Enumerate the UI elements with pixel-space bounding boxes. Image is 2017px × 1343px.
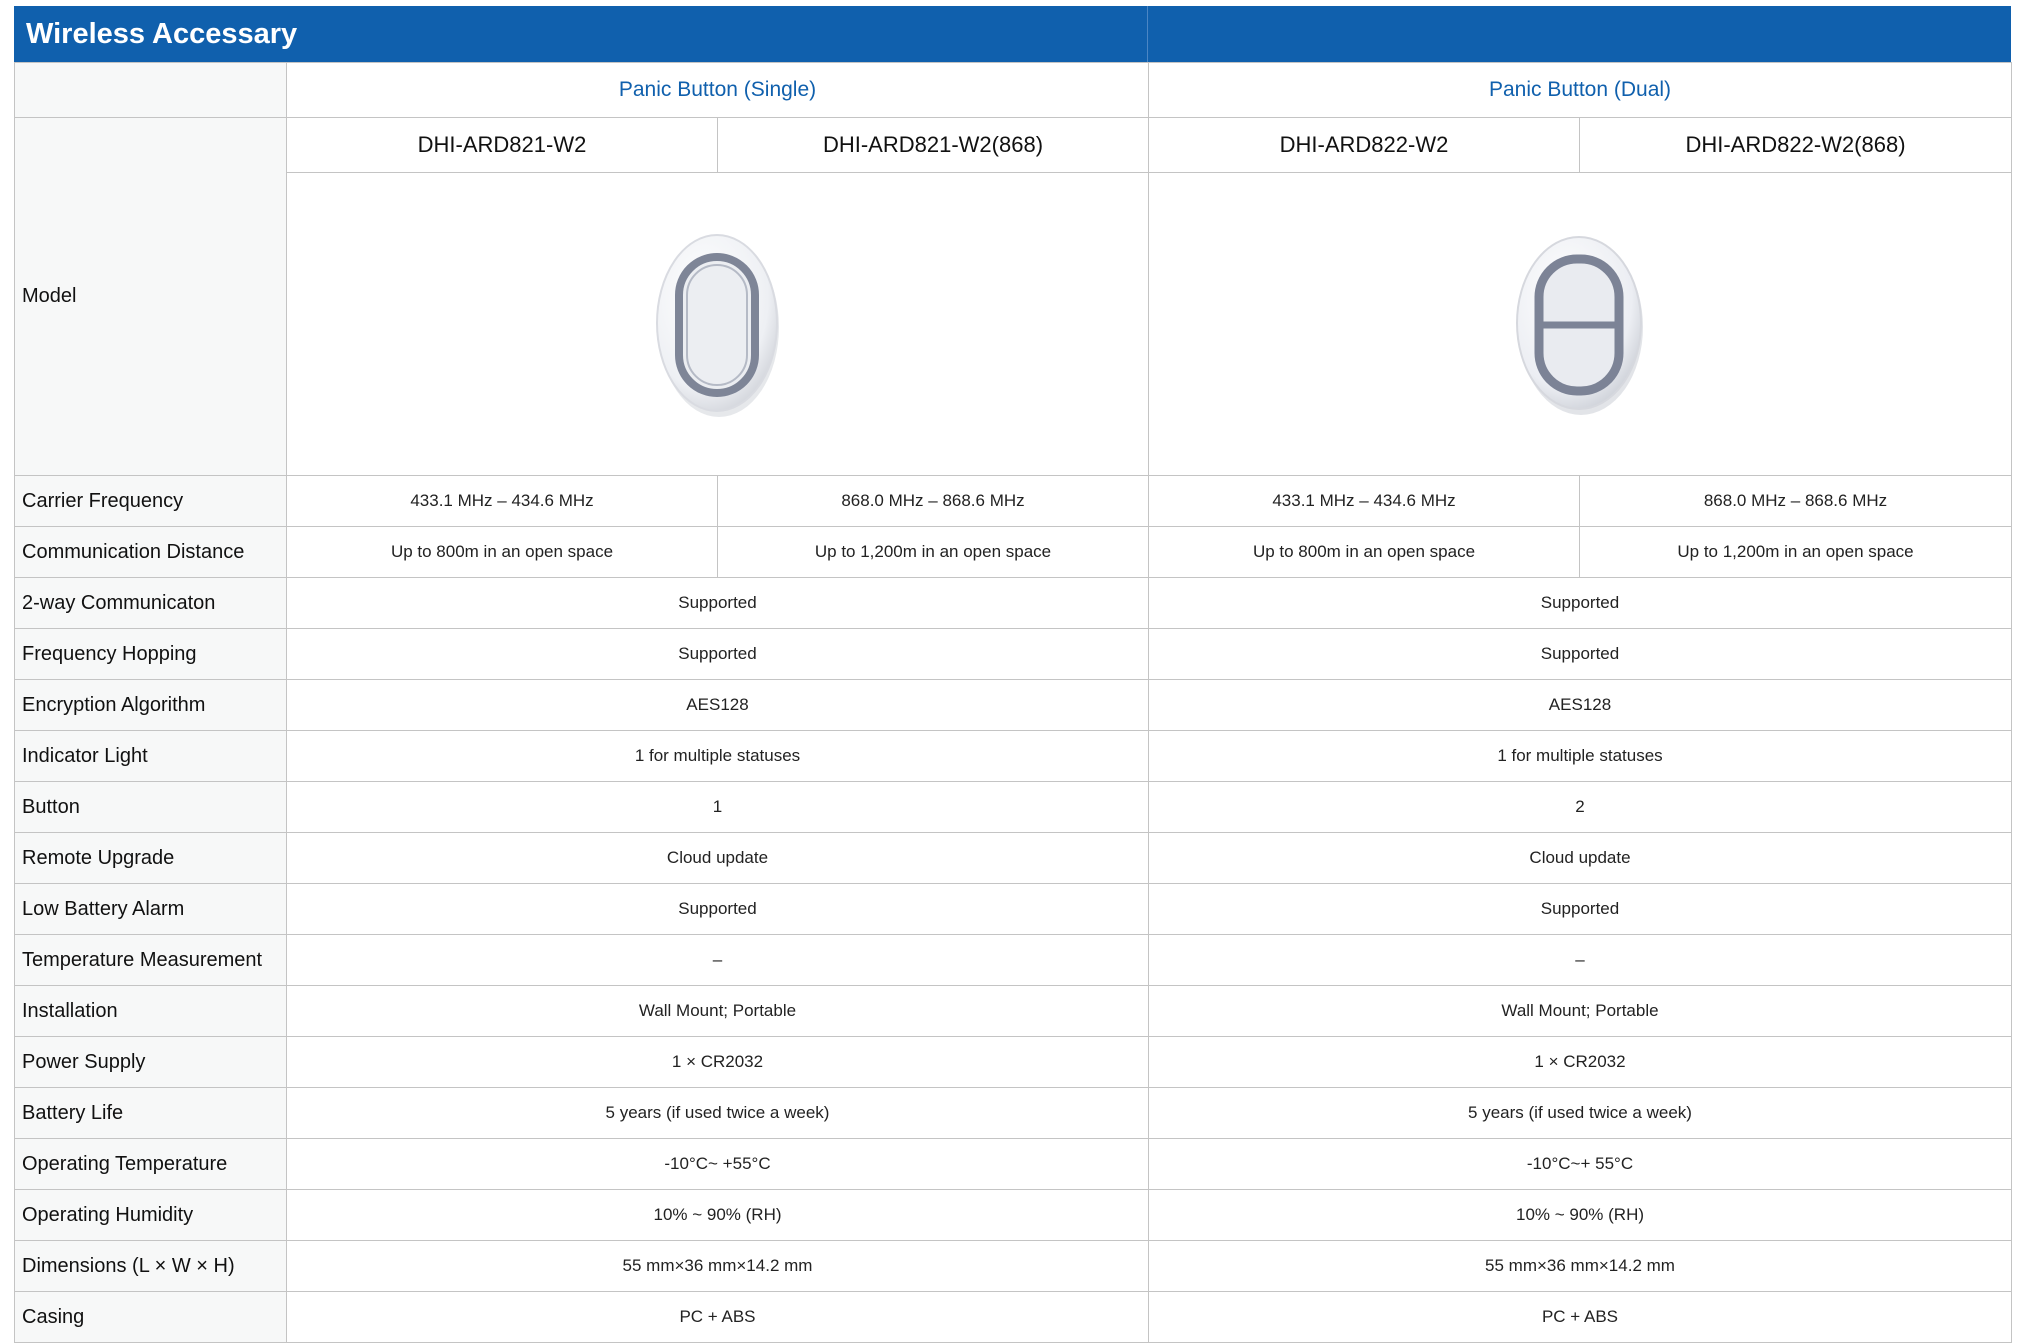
row-label: Casing <box>14 1291 287 1343</box>
spec-sheet: Wireless Accessary Panic Button (Single)… <box>14 6 2012 1343</box>
spec-value: Cloud update <box>286 832 1149 884</box>
spec-row: Operating Humidity 10% ~ 90% (RH) 10% ~ 90… <box>14 1189 2012 1241</box>
spec-row: Casing PC + ABS PC + ABS <box>14 1291 2012 1343</box>
model-name: DHI-ARD822-W2(868) <box>1579 117 2012 173</box>
spec-value: Supported <box>1148 577 2012 629</box>
group-header-row: Panic Button (Single) Panic Button (Dual… <box>14 62 2012 118</box>
row-label: Battery Life <box>14 1087 287 1139</box>
spec-value: Cloud update <box>1148 832 2012 884</box>
spec-value: Wall Mount; Portable <box>286 985 1149 1037</box>
spec-value: 55 mm×36 mm×14.2 mm <box>286 1240 1149 1292</box>
row-label: 2-way Communicaton <box>14 577 287 629</box>
title-bar: Wireless Accessary <box>14 6 2011 62</box>
spec-row: Installation Wall Mount; Portable Wall Mou… <box>14 985 2012 1037</box>
spec-row: Encryption Algorithm AES128 AES128 <box>14 679 2012 731</box>
row-label: Installation <box>14 985 287 1037</box>
spec-row: Dimensions (L × W × H) 55 mm×36 mm×14.2 m… <box>14 1240 2012 1292</box>
spec-row: Power Supply 1 × CR2032 1 × CR2032 <box>14 1036 2012 1088</box>
row-label: Power Supply <box>14 1036 287 1088</box>
group-header: Panic Button (Single) <box>286 62 1149 118</box>
model-row: Model DHI-ARD821-W2 DHI-ARD821-W2(868) D… <box>14 117 2012 476</box>
spec-value: 55 mm×36 mm×14.2 mm <box>1148 1240 2012 1292</box>
spec-row: Communication Distance Up to 800m in an … <box>14 526 2012 578</box>
spec-value: Up to 1,200m in an open space <box>717 526 1149 578</box>
row-label: Low Battery Alarm <box>14 883 287 935</box>
spec-value: Supported <box>1148 883 2012 935</box>
image-row <box>15 172 2012 476</box>
spec-value: -10°C~+ 55°C <box>1148 1138 2012 1190</box>
row-label: Encryption Algorithm <box>14 679 287 731</box>
panic-button-dual-image <box>1148 172 2012 476</box>
spec-value: 1 for multiple statuses <box>1148 730 2012 782</box>
spec-value: 1 × CR2032 <box>1148 1036 2012 1088</box>
spec-row: Frequency Hopping Supported Supported <box>14 628 2012 680</box>
panic-button-single-icon <box>655 234 779 417</box>
row-label: Indicator Light <box>14 730 287 782</box>
spec-row: Low Battery Alarm Supported Supported <box>14 883 2012 935</box>
row-label: Model <box>14 117 287 476</box>
corner-cell <box>14 62 287 118</box>
spec-value: Supported <box>286 628 1149 680</box>
spec-row: Temperature Measurement – – <box>14 934 2012 986</box>
row-label: Operating Temperature <box>14 1138 287 1190</box>
row-label: Dimensions (L × W × H) <box>14 1240 287 1292</box>
panic-button-dual-icon <box>1516 236 1643 415</box>
spec-row: Indicator Light 1 for multiple statuses 1 … <box>14 730 2012 782</box>
row-label: Communication Distance <box>14 526 287 578</box>
spec-value: 10% ~ 90% (RH) <box>286 1189 1149 1241</box>
spec-value: PC + ABS <box>286 1291 1149 1343</box>
spec-value: 433.1 MHz – 434.6 MHz <box>286 475 718 527</box>
spec-value: 10% ~ 90% (RH) <box>1148 1189 2012 1241</box>
spec-value: AES128 <box>1148 679 2012 731</box>
spec-value: Up to 800m in an open space <box>1148 526 1580 578</box>
row-label: Temperature Measurement <box>14 934 287 986</box>
spec-value: Supported <box>286 577 1149 629</box>
spec-value: 1 × CR2032 <box>286 1036 1149 1088</box>
spec-value: Up to 1,200m in an open space <box>1579 526 2012 578</box>
spec-value: 2 <box>1148 781 2012 833</box>
model-name: DHI-ARD821-W2(868) <box>717 117 1149 173</box>
title-bar-blank <box>1148 6 2011 62</box>
spec-value: 5 years (if used twice a week) <box>1148 1087 2012 1139</box>
spec-row: Carrier Frequency 433.1 MHz – 434.6 MHz … <box>14 475 2012 527</box>
spec-value: Wall Mount; Portable <box>1148 985 2012 1037</box>
spec-value: 433.1 MHz – 434.6 MHz <box>1148 475 1580 527</box>
spec-value: – <box>286 934 1149 986</box>
spec-value: 1 for multiple statuses <box>286 730 1149 782</box>
spec-value: -10°C~ +55°C <box>286 1138 1149 1190</box>
page-title: Wireless Accessary <box>14 6 1148 62</box>
group-header: Panic Button (Dual) <box>1148 62 2012 118</box>
spec-table: Panic Button (Single) Panic Button (Dual… <box>14 62 2012 1343</box>
spec-value: 1 <box>286 781 1149 833</box>
spec-value: Supported <box>1148 628 2012 680</box>
spec-row: Operating Temperature -10°C~ +55°C -10°C~+… <box>14 1138 2012 1190</box>
spec-value: 868.0 MHz – 868.6 MHz <box>1579 475 2012 527</box>
spec-row: Button 1 2 <box>14 781 2012 833</box>
spec-value: AES128 <box>286 679 1149 731</box>
row-label: Operating Humidity <box>14 1189 287 1241</box>
spec-row: 2-way Communicaton Supported Supported <box>14 577 2012 629</box>
row-label: Frequency Hopping <box>14 628 287 680</box>
spec-value: – <box>1148 934 2012 986</box>
model-name: DHI-ARD822-W2 <box>1148 117 1580 173</box>
panic-button-single-image <box>286 172 1149 476</box>
spec-row: Remote Upgrade Cloud update Cloud update <box>14 832 2012 884</box>
row-label: Remote Upgrade <box>14 832 287 884</box>
spec-value: 5 years (if used twice a week) <box>286 1087 1149 1139</box>
spec-value: 868.0 MHz – 868.6 MHz <box>717 475 1149 527</box>
spec-row: Battery Life 5 years (if used twice a wee… <box>14 1087 2012 1139</box>
model-name: DHI-ARD821-W2 <box>286 117 718 173</box>
spec-value: Up to 800m in an open space <box>286 526 718 578</box>
row-label: Button <box>14 781 287 833</box>
spec-value: PC + ABS <box>1148 1291 2012 1343</box>
row-label: Carrier Frequency <box>14 475 287 527</box>
spec-value: Supported <box>286 883 1149 935</box>
